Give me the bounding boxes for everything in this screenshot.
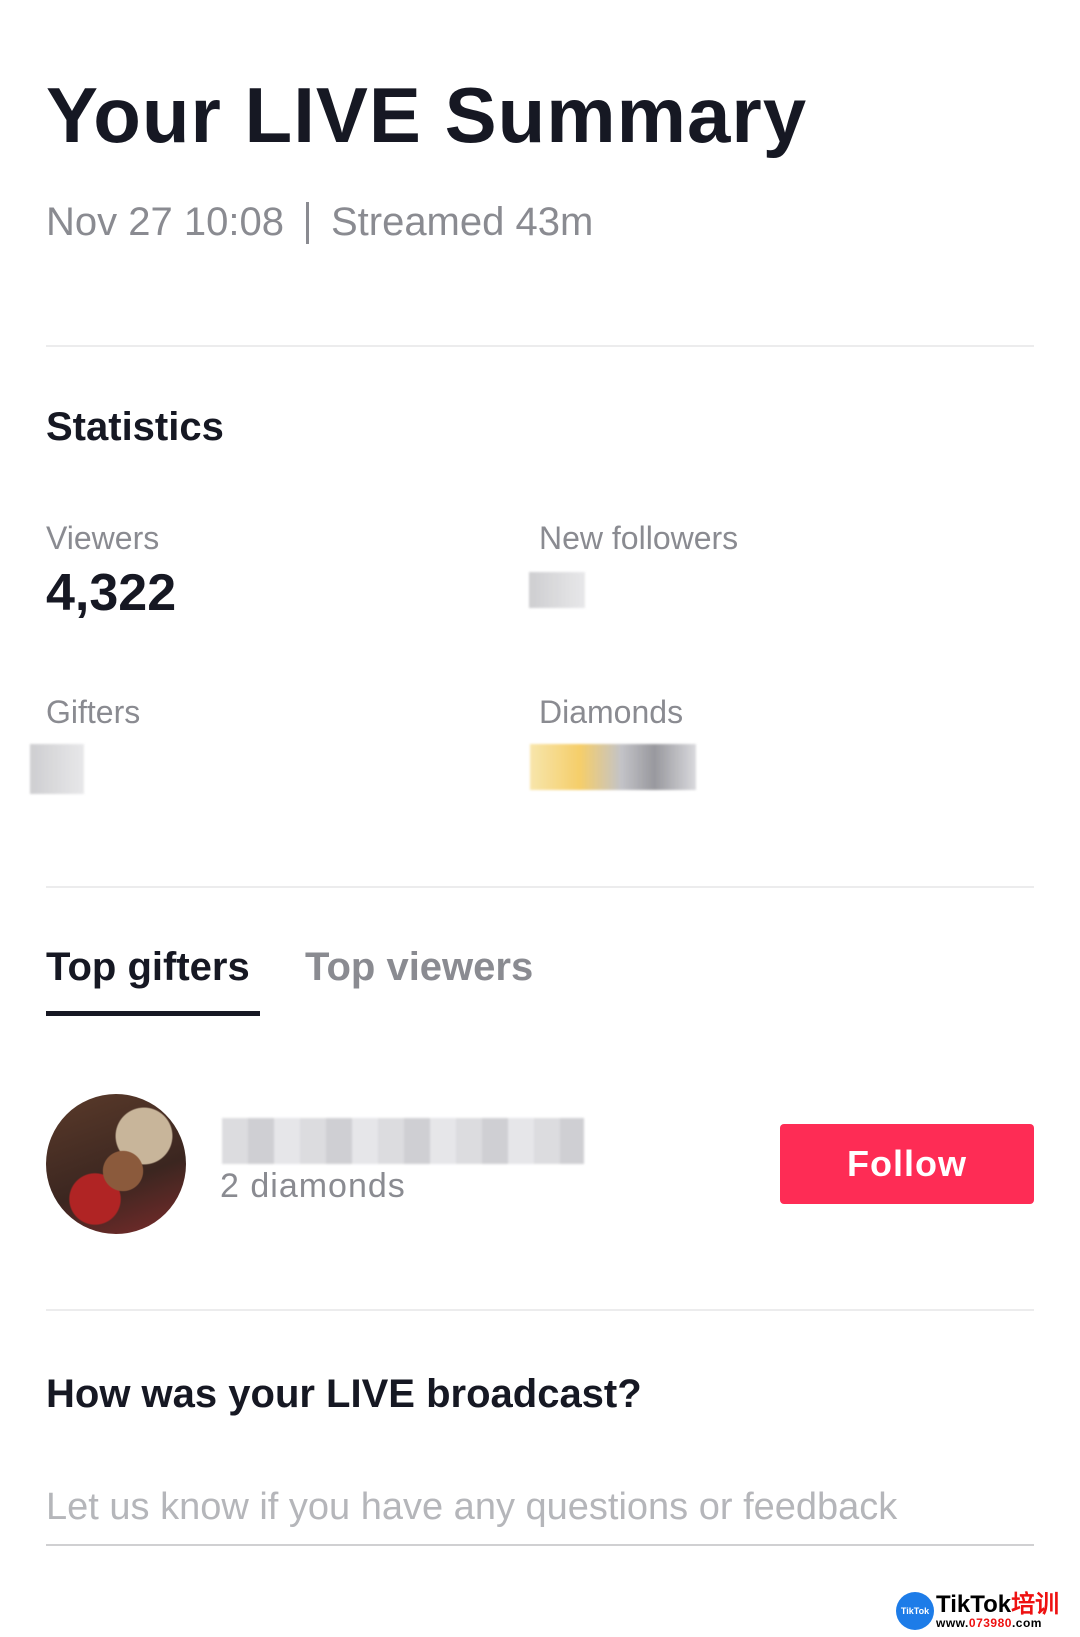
avatar[interactable] — [46, 1094, 186, 1234]
watermark-brand-cn: 培训 — [1011, 1591, 1060, 1618]
meta-separator — [305, 201, 309, 244]
divider — [46, 1309, 1034, 1311]
watermark-url-number: 073980 — [968, 1616, 1012, 1630]
feedback-question: How was your LIVE broadcast? — [46, 1372, 642, 1416]
diamonds-value-redacted — [530, 744, 696, 790]
stream-date: Nov 27 10:08 — [46, 200, 284, 244]
gifters-label: Gifters — [46, 694, 141, 730]
page-title: Your LIVE Summary — [46, 71, 808, 159]
active-tab-indicator — [46, 1011, 260, 1016]
tab-top-gifters[interactable]: Top gifters — [46, 945, 250, 990]
new-followers-label: New followers — [539, 520, 739, 556]
divider — [46, 345, 1034, 347]
viewers-label: Viewers — [46, 520, 160, 556]
feedback-input[interactable] — [46, 1470, 1034, 1546]
stream-meta: Nov 27 10:08 Streamed 43m — [46, 200, 593, 245]
gift-count: 2 diamonds — [220, 1167, 406, 1205]
watermark-url-prefix: www. — [936, 1616, 969, 1630]
watermark-brand: TikTok — [936, 1591, 1012, 1618]
username-redacted[interactable] — [222, 1118, 584, 1164]
live-summary-page: Your LIVE Summary Nov 27 10:08 Streamed … — [0, 0, 1080, 1637]
watermark-badge: TikTok — [896, 1592, 934, 1630]
follow-button[interactable]: Follow — [780, 1124, 1034, 1204]
divider — [46, 886, 1034, 888]
new-followers-value-redacted — [529, 572, 585, 608]
tab-top-viewers[interactable]: Top viewers — [305, 945, 533, 990]
watermark-url-suffix: .com — [1011, 1616, 1042, 1630]
viewers-value: 4,322 — [46, 564, 177, 622]
diamonds-label: Diamonds — [539, 694, 684, 730]
statistics-heading: Statistics — [46, 405, 224, 449]
watermark-logo: TikTok TikTok培训 www.073980.com — [896, 1592, 1059, 1630]
stream-duration: Streamed 43m — [330, 200, 594, 244]
gifters-value-redacted — [30, 744, 84, 794]
